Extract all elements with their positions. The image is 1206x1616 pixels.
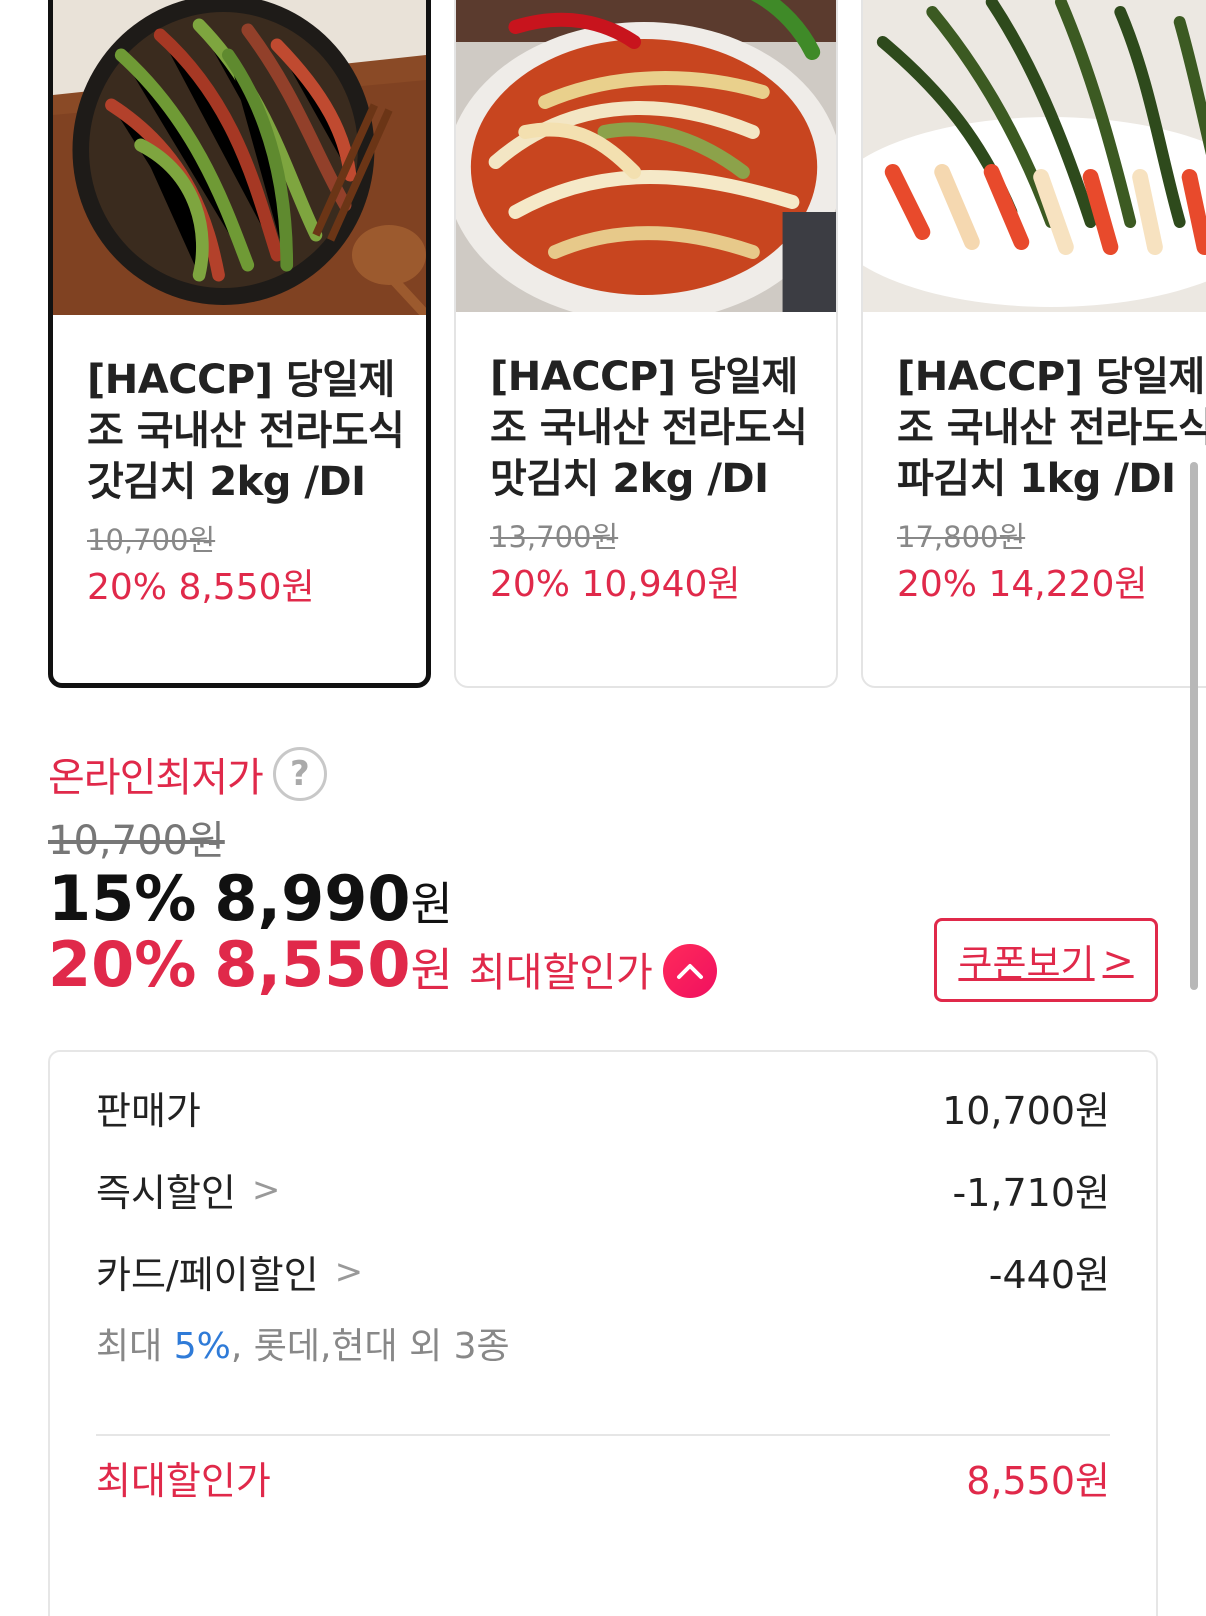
product-original-price: 13,700원	[490, 520, 619, 554]
chevron-up-icon[interactable]	[662, 943, 717, 998]
online-lowest-price-row: 온라인최저가 ?	[48, 745, 327, 803]
view-coupons-label: 쿠폰보기	[958, 942, 1095, 985]
product-title: [HACCP] 당일제 조 국내산 전라도식 갓김치 2kg /DI	[87, 357, 405, 505]
max-discount-total-value: 8,550원	[966, 1459, 1110, 1503]
vertical-scrollbar[interactable]	[1190, 462, 1198, 990]
card-discount-label: 카드/페이할인	[96, 1253, 319, 1297]
instant-discount-label: 즉시할인	[96, 1171, 236, 1215]
discount-15-percent: 15%	[48, 862, 197, 935]
discount-20-price: 20% 8,550 원 최대할인가	[48, 928, 717, 1001]
product-card-cabbage-kimchi[interactable]: [HACCP] 당일제 조 국내산 전라도식 맛김치 2kg /DI 13,70…	[454, 0, 838, 688]
original-price: 10,700원	[48, 818, 225, 864]
online-lowest-price-label: 온라인최저가	[48, 755, 264, 801]
discount-15-amount: 8,990	[214, 862, 411, 935]
card-discount-note: 최대 5%, 롯데,현대 외 3종	[96, 1317, 510, 1369]
sale-price-value: 10,700원	[942, 1089, 1110, 1133]
product-image-mustard-kimchi	[53, 0, 426, 315]
discount-15-price: 15% 8,990 원	[48, 862, 453, 935]
product-detail-page: [HACCP] 당일제 조 국내산 전라도식 갓김치 2kg /DI 10,70…	[0, 0, 1206, 1616]
product-title: [HACCP] 당일제 조 국내산 전라도식 파김치 1kg /DI	[897, 354, 1206, 502]
max-discount-total-row: 최대할인가 8,550원	[96, 1450, 1110, 1505]
discount-20-amount: 8,550	[214, 928, 411, 1001]
chevron-right-icon: >	[1102, 938, 1134, 982]
sale-price-row: 판매가 10,700원	[96, 1080, 1110, 1135]
max-discount-label: 최대할인가	[468, 950, 653, 996]
divider	[96, 1434, 1110, 1436]
instant-discount-value: -1,710원	[952, 1171, 1110, 1215]
product-image-cabbage-kimchi	[456, 0, 836, 312]
currency-unit: 원	[410, 877, 453, 931]
chevron-right-icon: >	[334, 1251, 364, 1292]
product-card-mustard-kimchi[interactable]: [HACCP] 당일제 조 국내산 전라도식 갓김치 2kg /DI 10,70…	[48, 0, 431, 688]
product-card-green-onion-kimchi[interactable]: [HACCP] 당일제 조 국내산 전라도식 파김치 1kg /DI 17,80…	[861, 0, 1206, 688]
currency-unit: 원	[410, 943, 453, 997]
product-sale-price: 20% 8,550원	[87, 567, 315, 608]
card-discount-row[interactable]: 카드/페이할인 > -440원	[96, 1244, 1110, 1299]
discount-20-percent: 20%	[48, 928, 197, 1001]
product-sale-price: 20% 14,220원	[897, 564, 1148, 605]
product-original-price: 17,800원	[897, 520, 1026, 554]
card-discount-value: -440원	[988, 1253, 1110, 1297]
card-note-prefix: 최대	[96, 1326, 174, 1367]
price-breakdown-panel: 판매가 10,700원 즉시할인 > -1,710원 카드/페이할인 > -44…	[48, 1050, 1158, 1616]
card-note-suffix: , 롯데,현대 외 3종	[230, 1326, 510, 1367]
product-image-green-onion-kimchi	[863, 0, 1206, 312]
product-title: [HACCP] 당일제 조 국내산 전라도식 맛김치 2kg /DI	[490, 354, 808, 502]
product-original-price: 10,700원	[87, 523, 216, 557]
max-discount-total-label: 최대할인가	[96, 1459, 271, 1503]
product-sale-price: 20% 10,940원	[490, 564, 741, 605]
chevron-right-icon: >	[251, 1169, 281, 1210]
sale-price-label: 판매가	[96, 1089, 201, 1133]
instant-discount-row[interactable]: 즉시할인 > -1,710원	[96, 1162, 1110, 1217]
view-coupons-button[interactable]: 쿠폰보기 >	[934, 918, 1158, 1002]
help-icon[interactable]: ?	[272, 747, 327, 801]
card-note-percent: 5%	[173, 1326, 231, 1367]
